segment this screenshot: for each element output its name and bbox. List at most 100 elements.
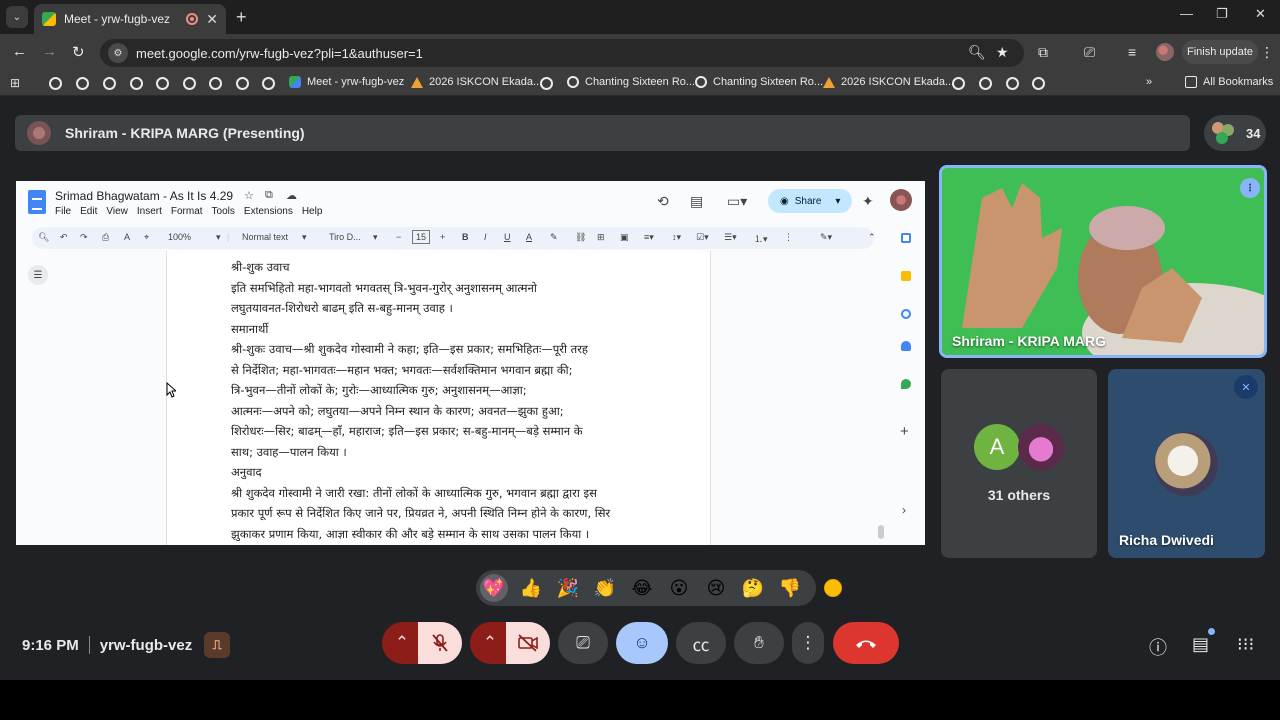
globe-icon [695,76,707,88]
meeting-details-icon[interactable]: ⓘ [1149,634,1167,660]
reaction-heart[interactable]: 💖 [480,574,508,602]
minimize-button[interactable]: — [1180,6,1193,21]
bookmark-icon[interactable] [1032,77,1045,90]
lotus-avatar [1018,424,1064,470]
mic-off-button[interactable] [418,622,462,664]
menu-file: File [55,206,72,217]
bookmark-icon[interactable] [979,77,992,90]
menu-extensions: Extensions [243,206,293,217]
close-tab-icon[interactable]: ✕ [206,11,218,28]
doc-line: त्रि-भुवन—तीनों लोकों के; गुरोः—आध्यात्म… [231,383,527,397]
screen-share-icon[interactable]: ⎚ [1084,44,1095,61]
reaction-clap[interactable]: 👏 [591,574,619,602]
reaction-party[interactable]: 🎉 [554,574,582,602]
bookmark-icon[interactable] [262,77,275,90]
menu-kebab-icon[interactable]: ⋮ [1260,44,1274,61]
zoom-icon[interactable]: 🔍︎ [968,44,986,61]
reaction-surprised[interactable]: 😮 [665,574,693,602]
menu-tools: Tools [211,206,235,217]
increase-font-icon: + [440,232,446,242]
bookmark-icon[interactable] [156,77,169,90]
audio-options-button[interactable]: ⌃ [382,622,422,664]
maximize-button[interactable]: ❐ [1216,6,1228,22]
docs-side-panel: + › [890,227,920,545]
move-folder-icon: ⧉ [265,189,273,201]
insert-image-icon: ▣ [620,232,629,242]
site-info-icon[interactable]: ⚙ [108,43,128,63]
raise-hand-button[interactable]: ✋︎ [734,622,784,664]
address-bar[interactable]: ⚙ meet.google.com/yrw-fugb-vez?pli=1&aut… [100,39,1024,67]
contacts-icon [901,341,911,351]
spellcheck-icon: A [124,232,131,242]
reactions-button[interactable]: ☺ [616,622,668,664]
reaction-thumbs-down[interactable]: 👎 [776,574,804,602]
finish-update-button[interactable]: Finish update [1182,40,1258,64]
bookmark-meet[interactable]: Meet - yrw-fugb-vez [289,76,404,88]
undo-icon: ↶ [60,232,68,242]
bookmark-ekadasi-2[interactable]: 2026 ISKCON Ekada... [823,76,954,88]
bookmark-icon[interactable] [236,77,249,90]
apps-grid-icon[interactable]: ⊞ [10,76,20,90]
underline-icon: U [504,232,511,242]
bookmark-icon[interactable] [1006,77,1019,90]
reaction-sad[interactable]: 😢 [702,574,730,602]
leave-call-button[interactable] [833,622,899,664]
reaction-thinking[interactable]: 🤔 [739,574,767,602]
camera-off-button[interactable] [506,622,550,664]
chat-icon[interactable]: ▤ [1192,634,1209,655]
presentation-icon[interactable]: ⎍ [204,632,231,658]
extensions-icon[interactable]: ⧉ [1038,44,1048,61]
profile-avatar[interactable] [1156,43,1174,61]
star-icon: ☆ [244,190,254,202]
skin-tone-selector[interactable] [824,579,842,597]
present-screen-button[interactable]: ⎚ [558,622,608,664]
bookmark-icon[interactable] [209,77,222,90]
bookmark-icon[interactable] [49,77,62,90]
speaker-tile[interactable]: ⋮ Shriram - KRIPA MARG [939,165,1267,358]
new-tab-button[interactable]: + [236,7,247,28]
bookmark-ekadasi-1[interactable]: 2026 ISKCON Ekada... [411,76,542,88]
bookmark-chanting-1[interactable]: Chanting Sixteen Ro... [567,76,695,88]
video-options-button[interactable]: ⌃ [470,622,510,664]
meeting-code: yrw-fugb-vez [99,636,193,654]
align-icon: ≡▾ [644,232,654,242]
folder-icon [1185,76,1197,88]
muted-mic-icon: ✕ [1234,375,1258,399]
tab-search-button[interactable]: ⌄ [6,6,28,28]
checklist-icon: ☑▾ [696,232,709,242]
activities-grid-icon[interactable]: ⁝⁝⁝ [1237,634,1254,655]
bookmark-icon[interactable] [130,77,143,90]
participant-tile-richa[interactable]: ✕ Richa Dwivedi [1108,369,1265,558]
all-bookmarks-button[interactable]: All Bookmarks [1185,76,1273,88]
doc-page: श्री-शुक उवाच इति समभिहितो महा-भागवतो भग… [166,251,711,545]
chat-notification-dot [1208,628,1215,635]
bookmark-icon[interactable] [76,77,89,90]
bookmark-icon[interactable] [540,77,553,90]
reaction-thumbs-up[interactable]: 👍 [517,574,545,602]
bookmark-star-icon[interactable]: ★ [996,44,1009,61]
captions-button[interactable]: ㏄ [676,622,726,664]
close-window-button[interactable]: ✕ [1255,6,1266,22]
browser-tab-meet[interactable]: Meet - yrw-fugb-vez ✕ [34,4,226,34]
tab-title: Meet - yrw-fugb-vez [64,12,171,26]
bookmark-chanting-2[interactable]: Chanting Sixteen Ro... [695,76,823,88]
scrollbar-thumb [878,525,884,539]
doc-line: शिरोधरः—सिर; बाढम्—हाँ, महाराज; इति—इस प… [231,424,583,438]
meet-favicon-icon [42,12,56,26]
forward-icon[interactable]: → [42,43,57,60]
media-controls-icon[interactable]: ≡ [1128,44,1136,60]
bookmark-icon[interactable] [952,77,965,90]
bookmark-icon[interactable] [103,77,116,90]
more-options-button[interactable]: ⋮ [792,622,824,664]
meet-icon [289,76,301,88]
more-bookmarks-button[interactable]: » [1146,76,1152,88]
collapse-icon: ⌃ [868,232,876,242]
highlight-icon: ✎ [550,232,558,242]
bookmark-icon[interactable] [183,77,196,90]
back-icon[interactable]: ← [12,43,27,60]
reload-icon[interactable]: ↻ [72,43,85,61]
doc-share-button: ◉ Share ▾ [768,189,852,213]
participants-button[interactable]: 34 [1204,115,1266,151]
reaction-laugh[interactable]: 😂 [628,574,656,602]
others-tile[interactable]: A 31 others [941,369,1097,558]
